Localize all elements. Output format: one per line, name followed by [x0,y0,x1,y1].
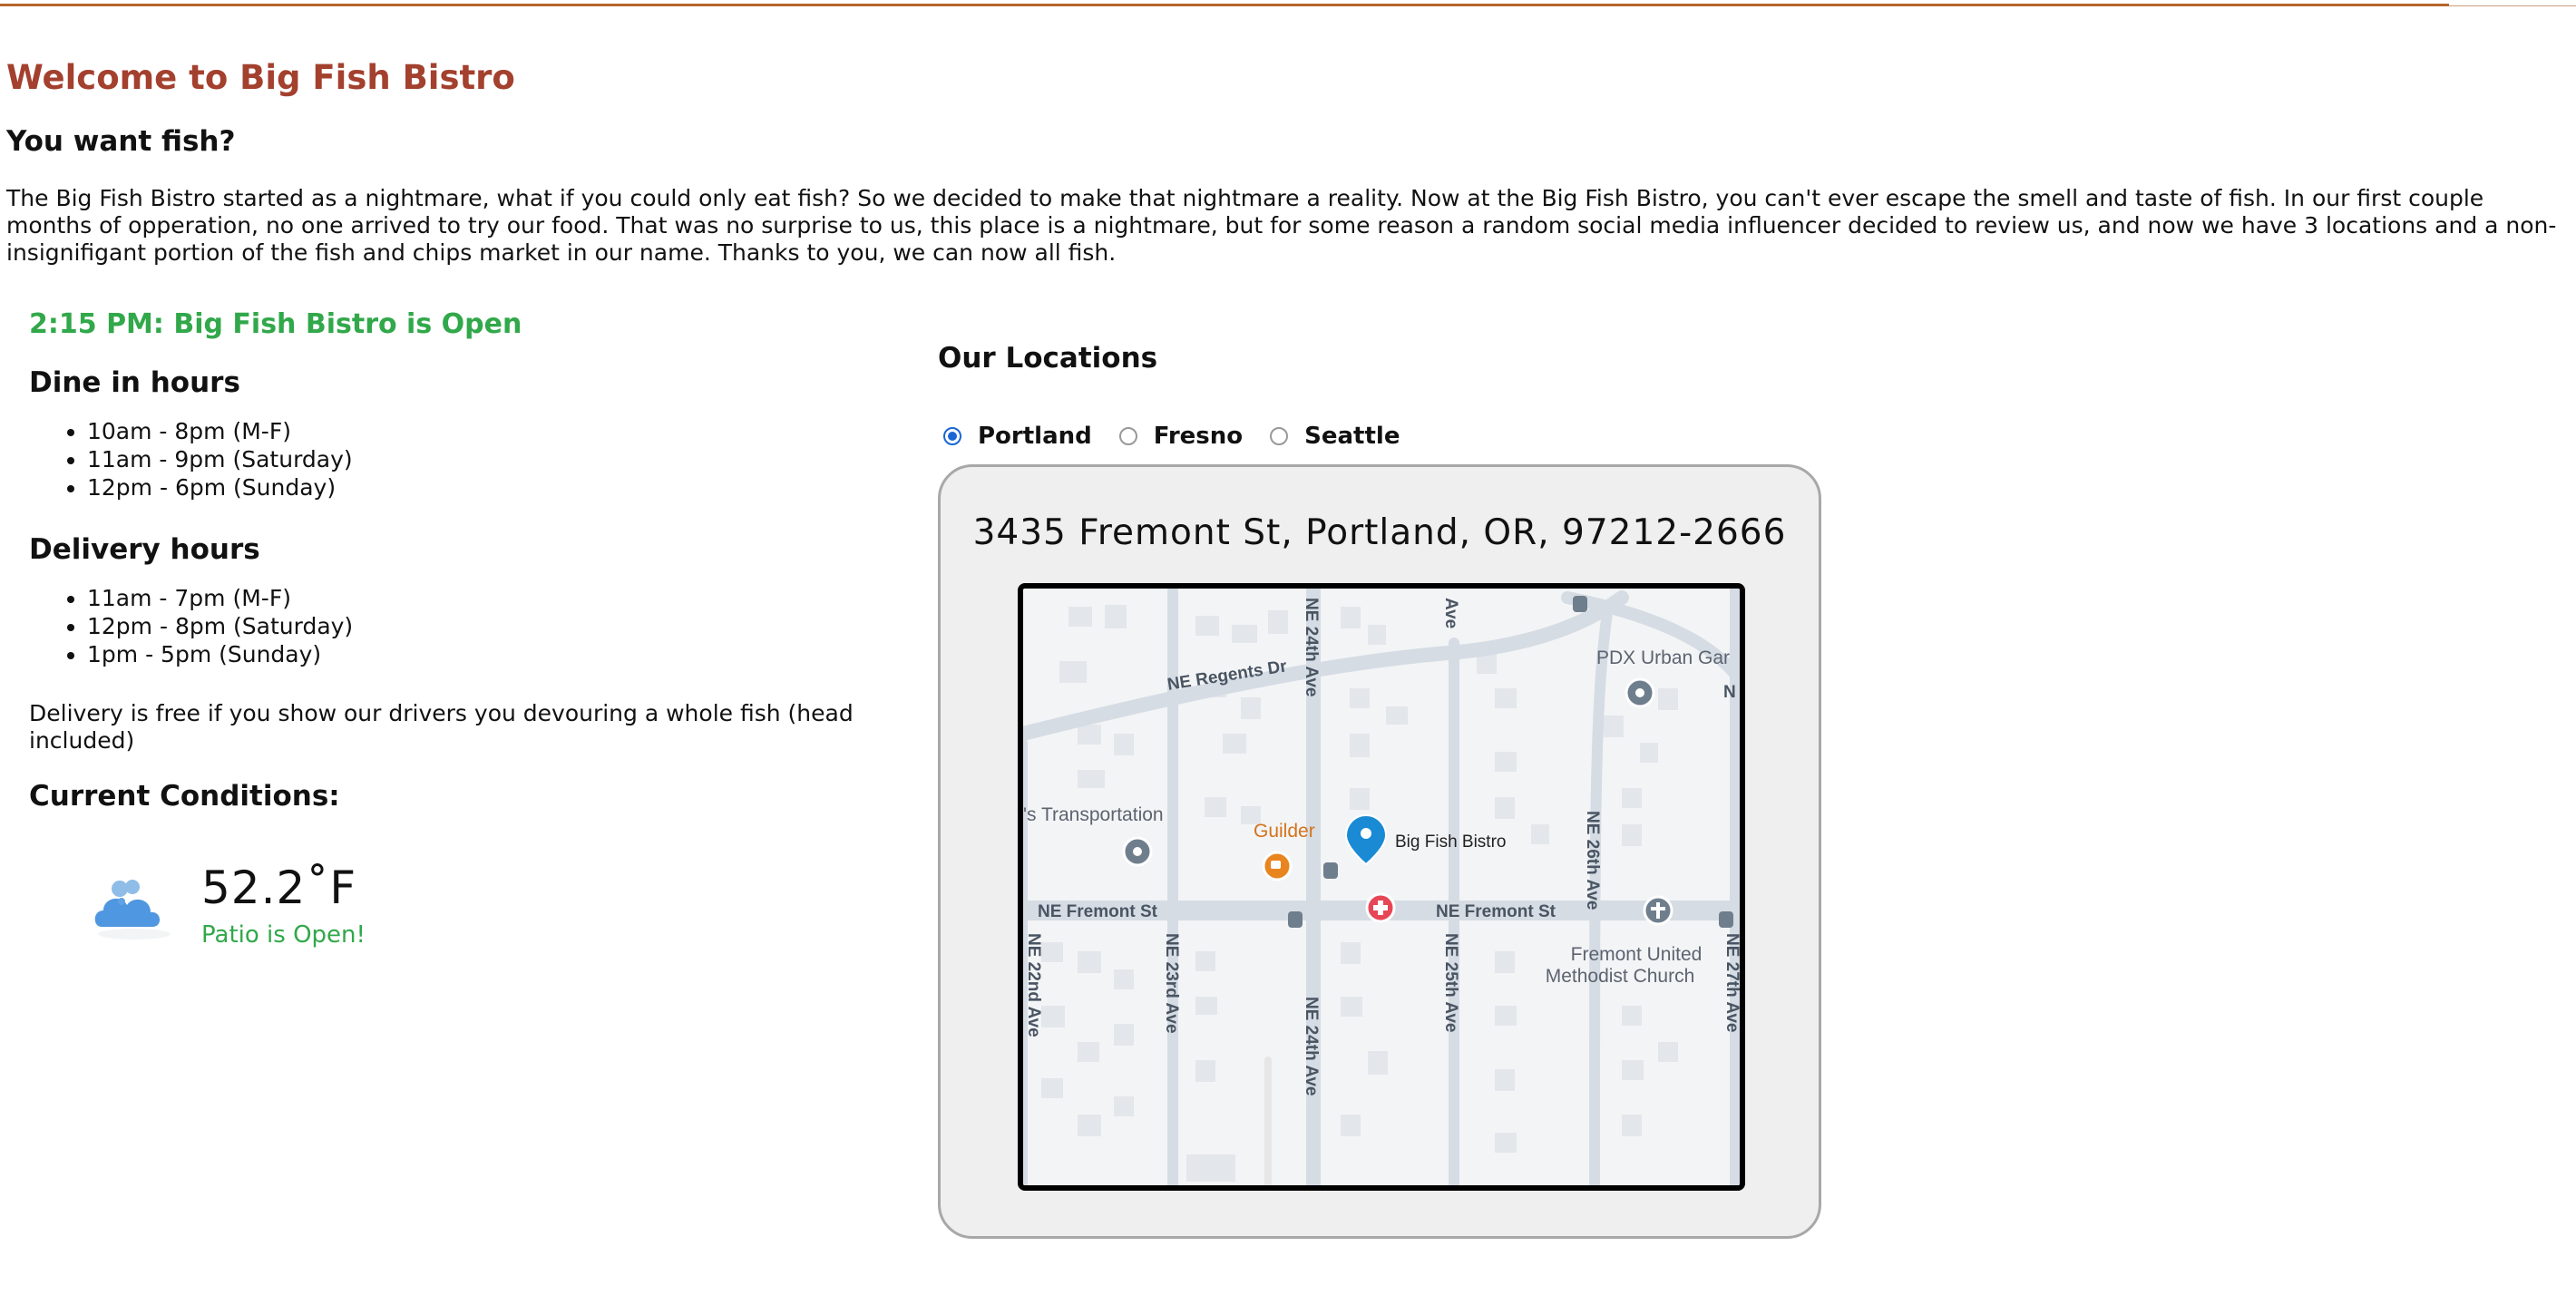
radio-fresno[interactable] [1118,427,1137,445]
page-subtitle: You want fish? [6,125,236,158]
street-label-fremont-west: NE Fremont St [1038,902,1158,921]
open-status: 2:15 PM: Big Fish Bistro is Open [29,308,522,340]
temperature: 52.2˚F [201,862,357,914]
street-label-24th-north: NE 24th Ave [1302,598,1321,696]
street-label-26th: NE 26th Ave [1583,811,1602,910]
place-label-transport: 's Transportation [1023,804,1164,825]
header-rule-tail [2449,5,2576,6]
street-label-24th-south: NE 24th Ave [1302,997,1321,1095]
page-title: Welcome to Big Fish Bistro [6,58,515,97]
street-label-edge: N [1723,683,1736,702]
place-label-pdx: PDX Urban Gar [1596,648,1730,668]
location-map[interactable]: NE Regents Dr NE Fremont St NE Fremont S… [1018,583,1745,1191]
list-item: 12pm - 8pm (Saturday) [87,612,353,640]
list-item: 12pm - 6pm (Sunday) [87,473,353,501]
radio-label: Seattle [1304,423,1400,450]
pdx-pin-icon[interactable] [1625,677,1655,708]
location-option-fresno[interactable]: Fresno [1118,423,1244,450]
street-label-25th-north: Ave [1441,598,1460,628]
church-pin-icon[interactable] [1643,895,1673,926]
radio-label: Portland [978,423,1092,450]
location-option-portland[interactable]: Portland [943,423,1092,450]
place-label-church-line2: Methodist Church [1546,966,1695,987]
locations-title: Our Locations [938,342,1158,375]
place-label-church-line1: Fremont United [1571,944,1703,965]
delivery-note: Delivery is free if you show our drivers… [29,700,854,754]
street-label-25th-south: NE 25th Ave [1441,933,1460,1032]
list-item: 11am - 9pm (Saturday) [87,445,353,473]
hospital-pin-icon[interactable] [1365,892,1396,923]
partly-cloudy-icon [94,880,171,940]
conditions-title: Current Conditions: [29,780,340,813]
delivery-title: Delivery hours [29,533,260,566]
list-item: 10am - 8pm (M-F) [87,417,353,445]
weather-widget: 52.2˚F Patio is Open! [91,862,366,961]
street-label-fremont-east: NE Fremont St [1436,902,1556,921]
location-option-seattle[interactable]: Seattle [1270,423,1400,450]
dine-in-hours-list: 10am - 8pm (M-F) 11am - 9pm (Saturday) 1… [29,417,353,501]
location-radio-group: Portland Fresno Seattle [943,423,1427,450]
delivery-hours-list: 11am - 7pm (M-F) 12pm - 8pm (Saturday) 1… [29,584,353,668]
street-label-23rd: NE 23rd Ave [1162,933,1181,1034]
radio-seattle[interactable] [1270,427,1289,445]
street-label-27th: NE 27th Ave [1722,933,1740,1032]
transportation-pin-icon[interactable] [1122,836,1153,867]
patio-status: Patio is Open! [201,921,366,949]
place-label-guilder: Guilder [1254,821,1315,842]
header-rule [0,4,2449,6]
radio-label: Fresno [1153,423,1244,450]
guilder-cafe-pin-icon[interactable] [1262,851,1293,881]
map-canvas[interactable]: NE Regents Dr NE Fremont St NE Fremont S… [1023,589,1740,1185]
list-item: 1pm - 5pm (Sunday) [87,640,353,668]
street-label-22nd: NE 22nd Ave [1024,933,1043,1037]
place-label-bistro: Big Fish Bistro [1395,832,1506,852]
location-address: 3435 Fremont St, Portland, OR, 97212-266… [972,512,1787,553]
location-card: 3435 Fremont St, Portland, OR, 97212-266… [938,464,1821,1239]
radio-portland[interactable] [943,427,961,445]
dine-in-title: Dine in hours [29,366,240,399]
intro-paragraph: The Big Fish Bistro started as a nightma… [6,185,2557,266]
list-item: 11am - 7pm (M-F) [87,584,353,612]
